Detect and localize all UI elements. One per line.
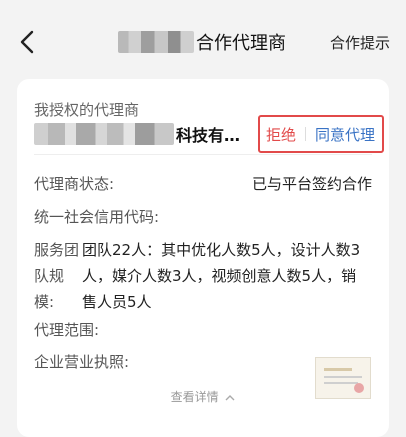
redacted-title-prefix xyxy=(118,31,194,53)
page-title: 合作代理商 xyxy=(118,28,286,56)
nav-bar: 合作代理商 合作提示 xyxy=(0,0,406,78)
status-value: 已与平台签约合作 xyxy=(251,175,372,193)
team-size-label: 服务团队规模: xyxy=(34,241,80,311)
view-details-link[interactable]: 查看详情 xyxy=(17,388,389,405)
action-divider xyxy=(305,127,307,141)
agent-company-name: 科技有… xyxy=(34,121,240,147)
team-size-row: 服务团队规模: 团队22人：其中优化人数5人，设计人数3人，媒介人数3人，视频创… xyxy=(34,237,374,315)
view-details-label: 查看详情 xyxy=(170,390,219,404)
scope-label: 代理范围: xyxy=(34,321,100,339)
team-size-value: 团队22人：其中优化人数5人，设计人数3人，媒介人数3人，视频创意人数5人，销售… xyxy=(82,241,361,311)
reject-button[interactable]: 拒绝 xyxy=(266,124,296,145)
redacted-company-name xyxy=(34,123,174,145)
section-divider xyxy=(34,154,372,155)
agree-agent-button[interactable]: 同意代理 xyxy=(315,124,375,145)
status-label: 代理商状态: xyxy=(34,175,115,193)
cooperation-tips-link[interactable]: 合作提示 xyxy=(330,32,390,53)
agent-action-group: 拒绝 同意代理 xyxy=(258,115,384,153)
chevron-up-icon xyxy=(225,394,235,400)
page-title-text: 合作代理商 xyxy=(196,33,286,54)
credit-code-label: 统一社会信用代码: xyxy=(34,208,160,226)
authorized-agent-label: 我授权的代理商 xyxy=(34,101,140,119)
back-arrow-icon[interactable] xyxy=(16,28,38,56)
agent-card: 我授权的代理商 科技有… 拒绝 同意代理 代理商状态: 已与平台签约合作 统一社… xyxy=(17,79,389,437)
business-license-label: 企业营业执照: xyxy=(34,353,130,371)
company-name-suffix: 科技有… xyxy=(176,126,241,145)
